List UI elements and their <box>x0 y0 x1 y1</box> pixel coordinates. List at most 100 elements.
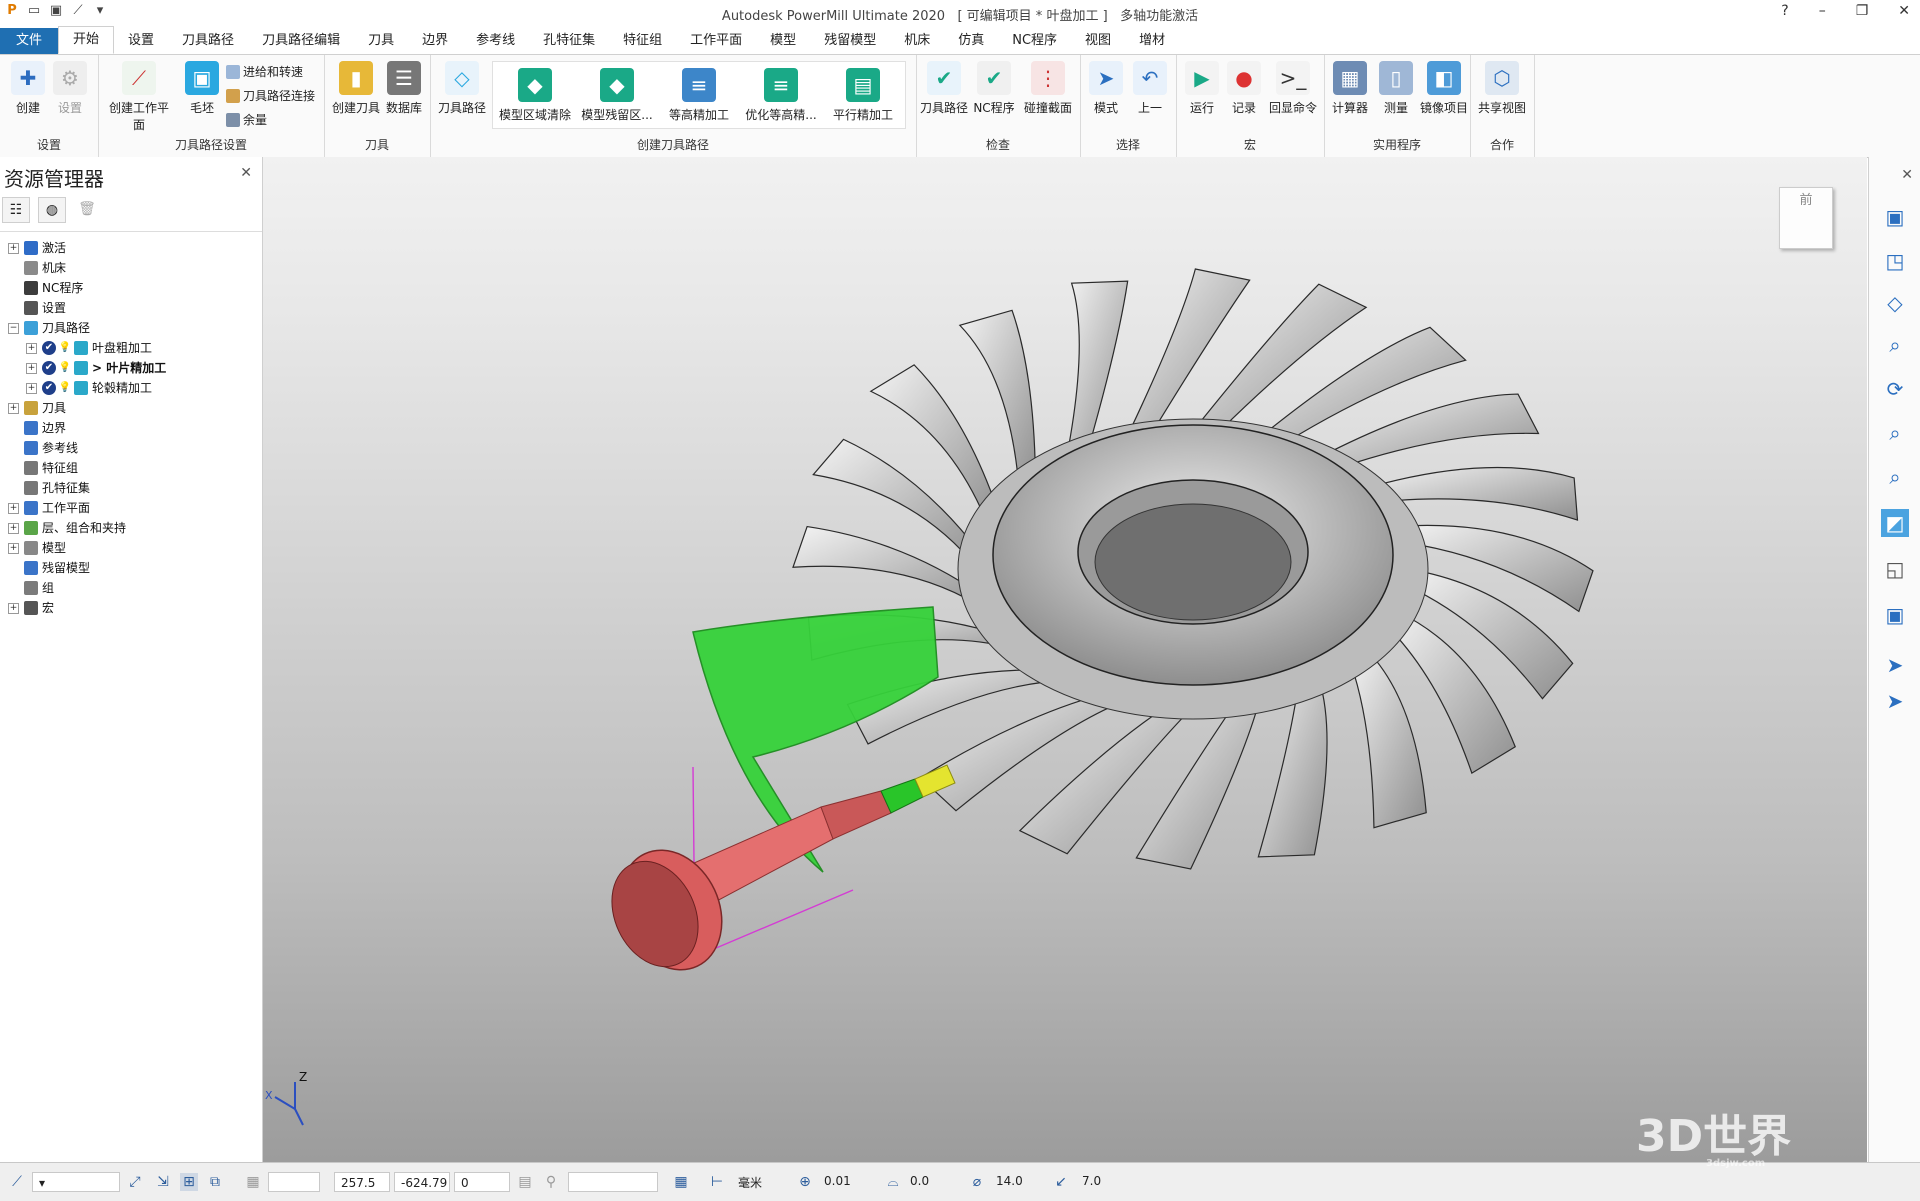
globe-icon[interactable]: ◍ <box>38 197 66 223</box>
snap-icon[interactable]: ⤢ <box>126 1173 144 1191</box>
tab-home[interactable]: 开始 <box>58 26 115 54</box>
y-coordinate-field[interactable]: -624.79 <box>394 1172 450 1192</box>
tree-item[interactable]: + 模型 <box>0 538 262 558</box>
pick-icon[interactable]: ⇲ <box>154 1173 172 1191</box>
tree-expander-icon[interactable]: + <box>8 403 19 414</box>
create-button[interactable]: ✚ 创建 <box>4 61 52 116</box>
tab-file[interactable]: 文件 <box>0 28 59 54</box>
tab-stock-model[interactable]: 残留模型 <box>810 28 890 54</box>
active-check-icon[interactable]: ✔ <box>42 361 56 375</box>
tolerance-icon[interactable]: ⊕ <box>796 1173 814 1191</box>
tree-expander-icon[interactable]: + <box>8 603 19 614</box>
calc-status-icon[interactable]: ▦ <box>672 1173 690 1191</box>
view-iso-icon[interactable]: ◳ <box>1881 247 1909 275</box>
tab-machine[interactable]: 机床 <box>890 28 944 54</box>
tree-item[interactable]: + ✔ 💡 叶盘粗加工 <box>0 338 262 358</box>
restore-button[interactable]: ❐ <box>1856 3 1869 19</box>
stepover-icon[interactable]: ↙ <box>1052 1173 1070 1191</box>
grid-snap-icon[interactable]: ⊞ <box>180 1173 198 1191</box>
previous-selection-button[interactable]: ↶ 上一 <box>1126 61 1174 116</box>
tree-expander-icon[interactable]: − <box>8 323 19 334</box>
tree-expander-icon[interactable]: + <box>8 503 19 514</box>
tree-item[interactable]: 组 <box>0 578 262 598</box>
mirror-button[interactable]: ◧ 镜像项目 <box>1418 61 1470 116</box>
database-button[interactable]: ☰ 数据库 <box>380 61 428 116</box>
zoom-refresh-icon[interactable]: ⌕ <box>1881 331 1909 359</box>
thickness-status-icon[interactable]: ⌓ <box>884 1173 902 1191</box>
zoom-window-icon[interactable]: ⌕ <box>1881 463 1909 491</box>
units-icon[interactable]: ⊢ <box>708 1173 726 1191</box>
model-area-clear-button[interactable]: ◆ 模型区域清除 <box>495 68 575 123</box>
block-button[interactable]: ▣ 毛坯 <box>178 61 226 116</box>
tree-expander-icon[interactable]: + <box>26 343 37 354</box>
solid-view-icon[interactable]: ▣ <box>1881 601 1909 629</box>
wireframe-view-icon[interactable]: ◱ <box>1881 555 1909 583</box>
tree-expander-icon[interactable]: + <box>8 543 19 554</box>
calculator-button[interactable]: ▦ 计算器 <box>1326 61 1374 116</box>
tab-feature-group[interactable]: 特征组 <box>609 28 676 54</box>
tab-tool[interactable]: 刀具 <box>354 28 408 54</box>
measure-button[interactable]: ▯ 测量 <box>1372 61 1420 116</box>
tree-item[interactable]: 边界 <box>0 418 262 438</box>
tree-tab-icon[interactable]: ☷ <box>2 197 30 223</box>
tab-workplane[interactable]: 工作平面 <box>676 28 756 54</box>
view-toolpath-icon[interactable]: ▣ <box>1881 203 1909 231</box>
raster-finishing-button[interactable]: ▤ 平行精加工 <box>823 68 903 123</box>
view-top-icon[interactable]: ◇ <box>1881 289 1909 317</box>
model-rest-button[interactable]: ◆ 模型残留区... <box>577 68 657 123</box>
optimized-constant-z-button[interactable]: ≡ 优化等高精... <box>741 68 821 123</box>
tree-item[interactable]: 特征组 <box>0 458 262 478</box>
tree-expander-icon[interactable]: + <box>26 383 37 394</box>
page-refresh-icon[interactable]: ⟳ <box>1881 375 1909 403</box>
tree-item[interactable]: + 激活 <box>0 238 262 258</box>
zoom-fit-icon[interactable]: ⌕ <box>1881 419 1909 447</box>
create-tool-button[interactable]: ▮ 创建刀具 <box>330 61 382 116</box>
active-check-icon[interactable]: ✔ <box>42 341 56 355</box>
probe-icon[interactable]: ⚲ <box>542 1173 560 1191</box>
collision-section-button[interactable]: ⋮ 碰撞截面 <box>1020 61 1076 116</box>
tree-item[interactable]: − 刀具路径 <box>0 318 262 338</box>
tab-holes[interactable]: 孔特征集 <box>529 28 609 54</box>
tab-model[interactable]: 模型 <box>756 28 810 54</box>
diameter-icon[interactable]: ⌀ <box>968 1173 986 1191</box>
workplane-status-icon[interactable]: ⟋ <box>8 1173 26 1191</box>
tree-item[interactable]: NC程序 <box>0 278 262 298</box>
minimize-button[interactable]: – <box>1819 3 1826 19</box>
help-icon[interactable]: ? <box>1781 3 1788 19</box>
tab-additive[interactable]: 增材 <box>1125 28 1179 54</box>
tree-item[interactable]: + 刀具 <box>0 398 262 418</box>
view-toolbar-close-icon[interactable]: ✕ <box>1901 167 1913 183</box>
setup-button[interactable]: ⚙ 设置 <box>46 61 94 116</box>
tree-expander-icon[interactable]: + <box>26 363 37 374</box>
tab-nc-program[interactable]: NC程序 <box>998 28 1071 54</box>
pick-point-icon[interactable]: ▤ <box>516 1173 534 1191</box>
workplane-select[interactable]: ▾ <box>32 1172 120 1192</box>
visibility-bulb-icon[interactable]: 💡 <box>58 381 72 395</box>
tab-toolpath-edit[interactable]: 刀具路径编辑 <box>248 28 354 54</box>
tree-item[interactable]: + 层、组合和夹持 <box>0 518 262 538</box>
feeds-speeds-button[interactable]: 进给和转速 <box>226 63 303 80</box>
trash-icon[interactable]: 🗑 <box>74 197 100 221</box>
x-coordinate-field[interactable]: 257.5 <box>334 1172 390 1192</box>
check-nc-button[interactable]: ✔ NC程序 <box>970 61 1018 116</box>
grid-icon[interactable]: ▦ <box>244 1173 262 1191</box>
tree-item[interactable]: 机床 <box>0 258 262 278</box>
echo-commands-button[interactable]: >_ 回显命令 <box>1264 61 1322 116</box>
tab-view[interactable]: 视图 <box>1071 28 1125 54</box>
toolpath-connect-button[interactable]: 刀具路径连接 <box>226 87 315 104</box>
graphics-viewport[interactable]: Z X 前 <box>263 157 1867 1162</box>
run-macro-button[interactable]: ▶ 运行 <box>1178 61 1226 116</box>
explorer-close-icon[interactable]: ✕ <box>240 165 252 181</box>
select-cursor-icon[interactable]: ➤ <box>1881 651 1909 679</box>
tree-item[interactable]: 设置 <box>0 298 262 318</box>
tab-boundary[interactable]: 边界 <box>408 28 462 54</box>
tree-expander-icon[interactable]: + <box>8 523 19 534</box>
constant-z-button[interactable]: ≡ 等高精加工 <box>659 68 739 123</box>
select-undo-icon[interactable]: ➤ <box>1881 687 1909 715</box>
share-view-button[interactable]: ⬡ 共享视图 <box>1476 61 1528 116</box>
tree-item[interactable]: + 宏 <box>0 598 262 618</box>
layer-icon[interactable]: ⧉ <box>206 1173 224 1191</box>
record-macro-button[interactable]: ● 记录 <box>1220 61 1268 116</box>
toolpath-button[interactable]: ◇ 刀具路径 <box>436 61 488 116</box>
view-cube[interactable]: 前 <box>1779 187 1833 249</box>
